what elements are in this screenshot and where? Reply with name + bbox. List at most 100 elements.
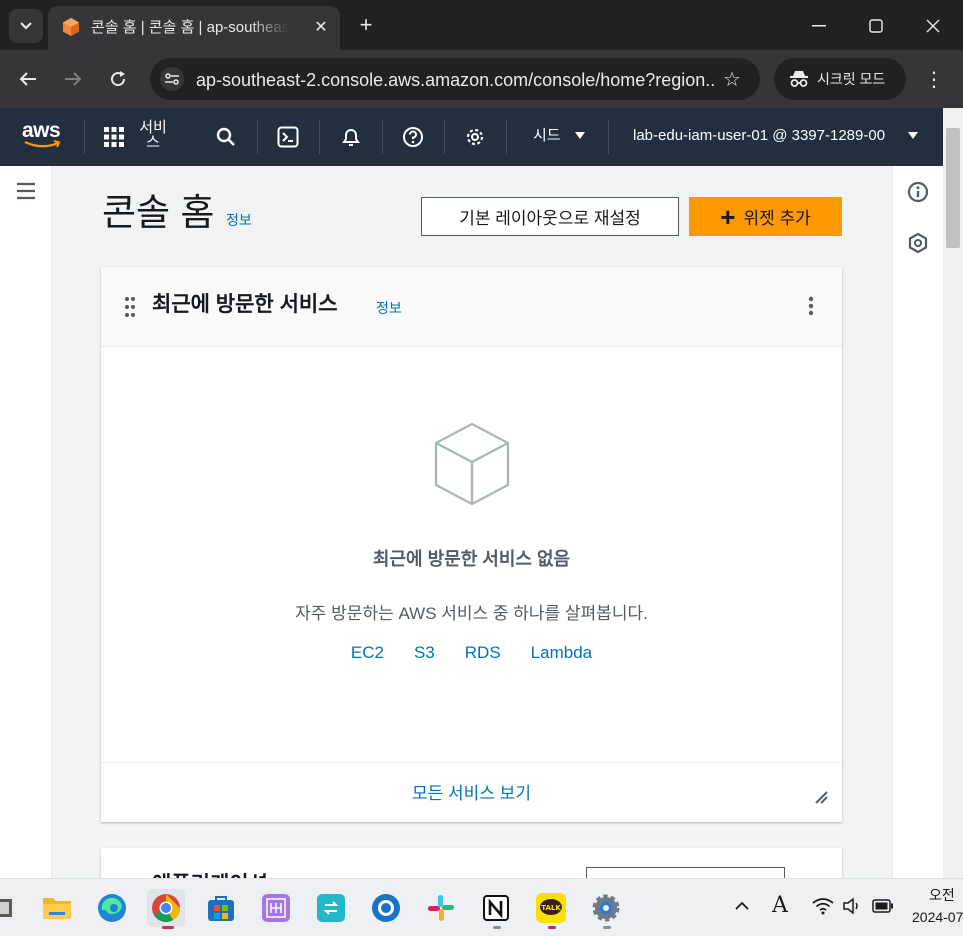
incognito-icon (790, 71, 808, 87)
browser-menu-icon[interactable]: ⋮ (920, 63, 948, 95)
widget-footer: 모든 서비스 보기 (101, 762, 842, 822)
page-scrollbar[interactable] (943, 108, 963, 878)
folder-icon (43, 898, 71, 919)
services-label: 서비 스 (139, 119, 167, 151)
service-links: EC2 S3 RDS Lambda (101, 643, 842, 663)
site-settings-icon[interactable] (160, 67, 184, 91)
window-icon (0, 899, 12, 917)
sync-icon (317, 894, 345, 922)
hamburger-menu-icon[interactable] (16, 182, 36, 200)
close-window-button[interactable] (913, 8, 953, 44)
desktop-app[interactable] (0, 889, 14, 927)
aws-logo[interactable]: aws (22, 120, 64, 154)
nav-divider (84, 120, 85, 154)
scrollbar-thumb[interactable] (946, 128, 960, 248)
aws-favicon-icon (63, 18, 79, 36)
slack-icon (428, 895, 454, 921)
nav-divider (506, 120, 507, 154)
taskbar-slack[interactable] (422, 889, 460, 927)
forward-button[interactable] (57, 63, 89, 95)
empty-state-description: 자주 방문하는 AWS 서비스 중 하나를 살펴봅니다. (295, 604, 648, 623)
input-method-icon[interactable]: A (772, 893, 788, 918)
info-panel-icon[interactable] (907, 181, 929, 203)
bookmark-star-icon[interactable]: ☆ (720, 67, 744, 91)
app-running-indicator (548, 926, 556, 929)
service-link-ec2[interactable]: EC2 (351, 643, 384, 663)
wifi-icon[interactable] (812, 897, 834, 915)
help-icon (403, 127, 423, 147)
tray-chevron-up-icon[interactable] (733, 897, 751, 915)
minimize-button[interactable] (799, 8, 839, 44)
reset-layout-button[interactable]: 기본 레이아웃으로 재설정 (421, 197, 679, 236)
widget-title: 애플리케이션 (152, 868, 268, 878)
volume-icon[interactable] (842, 897, 862, 915)
info-link[interactable]: 정보 (376, 298, 402, 318)
svg-text:TALK: TALK (541, 904, 561, 912)
taskbar-app-purple[interactable] (257, 889, 295, 927)
widget-dropdown[interactable] (586, 867, 785, 878)
hexagon-tools-icon[interactable] (907, 232, 929, 254)
services-menu-button[interactable]: 서비 스 (104, 120, 174, 154)
chrome-active-indicator (162, 926, 174, 929)
info-link[interactable]: 정보 (226, 210, 252, 230)
taskbar-kakaotalk[interactable]: TALK (532, 889, 570, 927)
drag-handle-icon[interactable] (123, 296, 137, 318)
maximize-button[interactable] (856, 8, 896, 44)
back-button[interactable] (12, 63, 44, 95)
browser-toolbar: ap-southeast-2.console.aws.amazon.com/co… (0, 50, 963, 108)
new-tab-button[interactable]: + (352, 11, 380, 39)
widget-header: 최근에 방문한 서비스 정보 (101, 267, 842, 347)
kakaotalk-icon: TALK (536, 893, 566, 923)
address-bar[interactable]: ap-southeast-2.console.aws.amazon.com/co… (150, 58, 760, 100)
nav-divider (382, 120, 383, 154)
taskbar-store[interactable] (202, 889, 240, 927)
maximize-icon (869, 19, 883, 33)
chevron-down-icon (20, 22, 32, 30)
view-all-services-link[interactable]: 모든 서비스 보기 (101, 779, 842, 804)
taskbar-app-sync[interactable] (312, 889, 350, 927)
reload-icon (111, 71, 126, 87)
nav-divider (319, 120, 320, 154)
caret-down-icon (575, 132, 585, 139)
app-running-indicator (603, 926, 611, 929)
edge-icon (98, 894, 126, 922)
clock-time[interactable]: 오전 (929, 885, 955, 905)
cloudshell-button[interactable] (273, 122, 303, 152)
store-icon (208, 896, 234, 921)
tab-search-button[interactable] (9, 9, 43, 43)
taskbar-file-explorer[interactable] (38, 889, 76, 927)
bell-icon (342, 129, 360, 146)
service-link-s3[interactable]: S3 (414, 643, 435, 663)
ide-icon (262, 894, 290, 922)
incognito-indicator[interactable]: 시크릿 모드 (774, 58, 906, 100)
taskbar-settings[interactable] (587, 889, 625, 927)
battery-icon[interactable] (872, 899, 894, 913)
taskbar-app-circle[interactable] (367, 889, 405, 927)
search-button[interactable] (211, 122, 241, 152)
widget-actions-menu-icon[interactable] (801, 293, 821, 319)
taskbar-chrome[interactable] (147, 889, 185, 927)
recent-services-widget: 최근에 방문한 서비스 정보 최근에 방문한 서비스 없음 자주 방문하는 AW… (101, 267, 842, 822)
close-tab-icon[interactable]: ✕ (310, 16, 332, 38)
taskbar-notion[interactable] (477, 889, 515, 927)
back-arrow-icon (19, 72, 36, 86)
service-link-rds[interactable]: RDS (465, 643, 501, 663)
left-navigation-rail (0, 166, 52, 878)
add-widget-button[interactable]: + 위젯 추가 (689, 197, 842, 236)
resize-handle-icon[interactable] (813, 789, 829, 805)
nav-divider (257, 120, 258, 154)
cloudshell-icon (277, 126, 299, 148)
browser-tab-active[interactable]: 콘솔 홈 | 콘솔 홈 | ap-southeast-2 ✕ (48, 6, 340, 50)
tab-title: 콘솔 홈 | 콘솔 홈 | ap-southeast-2 (91, 19, 289, 36)
url-text[interactable]: ap-southeast-2.console.aws.amazon.com/co… (196, 69, 716, 91)
settings-button[interactable] (460, 122, 490, 152)
add-widget-label: 위젯 추가 (743, 209, 811, 228)
help-button[interactable] (398, 122, 428, 152)
taskbar-edge[interactable] (93, 889, 131, 927)
notifications-button[interactable] (336, 122, 366, 152)
aws-smile-icon (24, 140, 61, 148)
chrome-icon (152, 894, 180, 922)
service-link-lambda[interactable]: Lambda (531, 643, 592, 663)
clock-date[interactable]: 2024-07 (912, 907, 963, 927)
reload-button[interactable] (102, 63, 134, 95)
